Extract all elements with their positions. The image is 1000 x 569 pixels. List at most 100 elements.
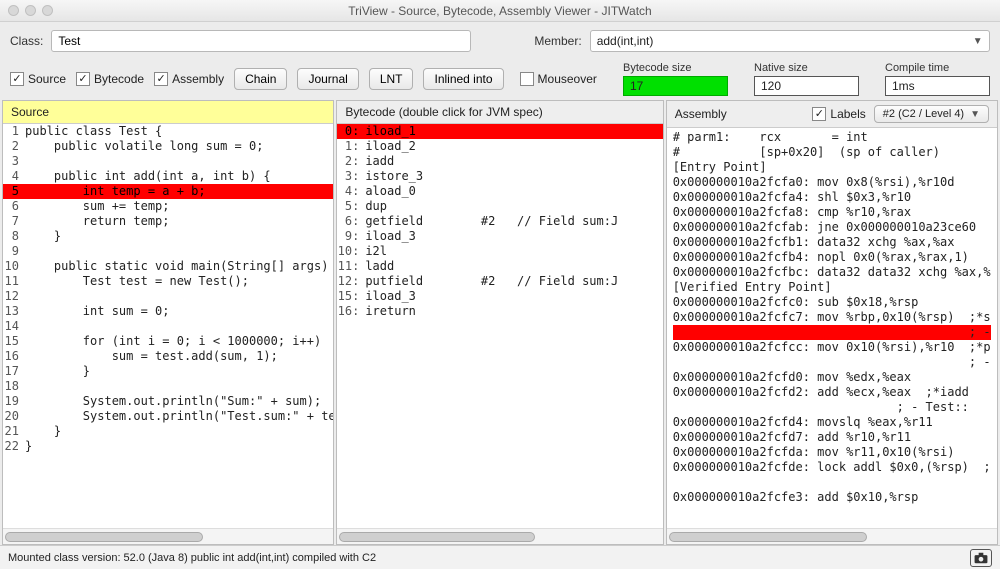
source-hscroll[interactable]	[3, 528, 333, 544]
bytecode-line[interactable]: 10:i2l	[337, 244, 662, 259]
source-checkbox[interactable]: ✓Source	[10, 72, 66, 86]
assembly-line[interactable]: 0x000000010a2fcfa0: mov 0x8(%rsi),%r10d	[673, 175, 991, 190]
assembly-line[interactable]: ; -	[673, 355, 991, 370]
bytecode-checkbox[interactable]: ✓Bytecode	[76, 72, 144, 86]
bytecode-line[interactable]: 0:iload_1	[337, 124, 662, 139]
assembly-line[interactable]: 0x000000010a2fcfe3: add $0x10,%rsp	[673, 490, 991, 505]
assembly-line[interactable]: 0x000000010a2fcfde: lock addl $0x0,(%rsp…	[673, 460, 991, 475]
window-title: TriView - Source, Bytecode, Assembly Vie…	[0, 4, 1000, 18]
level-value: #2 (C2 / Level 4)	[883, 108, 964, 120]
bytecode-panel-body[interactable]: 0:iload_11:iload_22:iadd3:istore_34:aloa…	[337, 124, 662, 528]
source-line[interactable]: 17 }	[3, 364, 333, 379]
assembly-line[interactable]: 0x000000010a2fcfa8: cmp %r10,%rax	[673, 205, 991, 220]
assembly-line[interactable]: 0x000000010a2fcfd2: add %ecx,%eax ;*iadd	[673, 385, 991, 400]
assembly-line[interactable]: 0x000000010a2fcfc7: mov %rbp,0x10(%rsp) …	[673, 310, 991, 325]
bytecode-line[interactable]: 5:dup	[337, 199, 662, 214]
source-panel-title: Source	[11, 105, 49, 119]
stats-group: Bytecode size 17 Native size 120 Compile…	[623, 62, 990, 96]
assembly-line[interactable]: 0x000000010a2fcfb4: nopl 0x0(%rax,%rax,1…	[673, 250, 991, 265]
source-line[interactable]: 4 public int add(int a, int b) {	[3, 169, 333, 184]
journal-button[interactable]: Journal	[297, 68, 358, 90]
source-line[interactable]: 10 public static void main(String[] args…	[3, 259, 333, 274]
level-select[interactable]: #2 (C2 / Level 4) ▼	[874, 105, 989, 123]
chevron-down-icon: ▼	[970, 109, 980, 120]
source-line[interactable]: 11 Test test = new Test();	[3, 274, 333, 289]
bytecode-line[interactable]: 1:iload_2	[337, 139, 662, 154]
stat-bytecode-size: Bytecode size 17	[623, 62, 728, 96]
assembly-panel: Assembly ✓Labels #2 (C2 / Level 4) ▼ # p…	[666, 100, 998, 545]
source-line[interactable]: 6 sum += temp;	[3, 199, 333, 214]
source-line[interactable]: 3	[3, 154, 333, 169]
bytecode-hscroll[interactable]	[337, 528, 662, 544]
stat-native-label: Native size	[754, 62, 859, 74]
chain-button[interactable]: Chain	[234, 68, 287, 90]
assembly-line[interactable]: 0x000000010a2fcfbc: data32 data32 xchg %…	[673, 265, 991, 280]
class-input[interactable]	[51, 30, 471, 52]
stat-compile-label: Compile time	[885, 62, 990, 74]
assembly-line[interactable]: 0x000000010a2fcfb1: data32 xchg %ax,%ax	[673, 235, 991, 250]
stat-native-value: 120	[754, 76, 859, 96]
stat-native-size: Native size 120	[754, 62, 859, 96]
assembly-line[interactable]: 0x000000010a2fcfc0: sub $0x18,%rsp	[673, 295, 991, 310]
assembly-line[interactable]: ; - Test::	[673, 400, 991, 415]
source-panel-body[interactable]: 1public class Test {2 public volatile lo…	[3, 124, 333, 528]
assembly-line[interactable]: [Verified Entry Point]	[673, 280, 991, 295]
source-line[interactable]: 7 return temp;	[3, 214, 333, 229]
source-line[interactable]: 13 int sum = 0;	[3, 304, 333, 319]
assembly-line[interactable]: # [sp+0x20] (sp of caller)	[673, 145, 991, 160]
bytecode-panel: Bytecode (double click for JVM spec) 0:i…	[336, 100, 663, 545]
bytecode-panel-header: Bytecode (double click for JVM spec)	[337, 101, 662, 124]
options-row: ✓Source ✓Bytecode ✓Assembly Chain Journa…	[0, 60, 1000, 100]
source-line[interactable]: 14	[3, 319, 333, 334]
bytecode-line[interactable]: 3:istore_3	[337, 169, 662, 184]
bytecode-line[interactable]: 2:iadd	[337, 154, 662, 169]
assembly-line[interactable]: 0x000000010a2fcfd7: add %r10,%r11	[673, 430, 991, 445]
member-select[interactable]: add(int,int) ▼	[590, 30, 990, 52]
source-line[interactable]: 2 public volatile long sum = 0;	[3, 139, 333, 154]
bytecode-line[interactable]: 11:ladd	[337, 259, 662, 274]
stat-bytecode-label: Bytecode size	[623, 62, 728, 74]
bytecode-line[interactable]: 15:iload_3	[337, 289, 662, 304]
source-line[interactable]: 1public class Test {	[3, 124, 333, 139]
bytecode-line[interactable]: 6:getfield #2 // Field sum:J	[337, 214, 662, 229]
assembly-line[interactable]	[673, 475, 991, 490]
source-line[interactable]: 5 int temp = a + b;	[3, 184, 333, 199]
source-line[interactable]: 8 }	[3, 229, 333, 244]
assembly-line[interactable]: 0x000000010a2fcfd0: mov %edx,%eax	[673, 370, 991, 385]
assembly-checkbox[interactable]: ✓Assembly	[154, 72, 224, 86]
assembly-line[interactable]: # parm1: rcx = int	[673, 130, 991, 145]
assembly-hscroll[interactable]	[667, 528, 997, 544]
assembly-panel-title: Assembly	[675, 107, 727, 121]
source-line[interactable]: 12	[3, 289, 333, 304]
mouseover-checkbox[interactable]: Mouseover	[520, 72, 597, 86]
assembly-panel-body[interactable]: # parm1: rcx = int# [sp+0x20] (sp of cal…	[667, 128, 997, 528]
bytecode-panel-title: Bytecode (double click for JVM spec)	[345, 105, 542, 119]
assembly-line[interactable]: 0x000000010a2fcfa4: shl $0x3,%r10	[673, 190, 991, 205]
bytecode-line[interactable]: 9:iload_3	[337, 229, 662, 244]
source-line[interactable]: 18	[3, 379, 333, 394]
source-line[interactable]: 16 sum = test.add(sum, 1);	[3, 349, 333, 364]
window-titlebar: TriView - Source, Bytecode, Assembly Vie…	[0, 0, 1000, 22]
bytecode-line[interactable]: 4:aload_0	[337, 184, 662, 199]
assembly-line[interactable]: ; -	[673, 325, 991, 340]
assembly-line[interactable]: 0x000000010a2fcfd4: movslq %eax,%r11	[673, 415, 991, 430]
assembly-line[interactable]: [Entry Point]	[673, 160, 991, 175]
statusbar-text: Mounted class version: 52.0 (Java 8) pub…	[8, 552, 376, 564]
source-line[interactable]: 15 for (int i = 0; i < 1000000; i++)	[3, 334, 333, 349]
screenshot-button[interactable]	[970, 549, 992, 567]
assembly-line[interactable]: 0x000000010a2fcfab: jne 0x000000010a23ce…	[673, 220, 991, 235]
bytecode-line[interactable]: 12:putfield #2 // Field sum:J	[337, 274, 662, 289]
bytecode-line[interactable]: 16:ireturn	[337, 304, 662, 319]
labels-checkbox[interactable]: ✓Labels	[812, 107, 865, 121]
source-line[interactable]: 20 System.out.println("Test.sum:" + te	[3, 409, 333, 424]
assembly-line[interactable]: 0x000000010a2fcfda: mov %r11,0x10(%rsi)	[673, 445, 991, 460]
source-line[interactable]: 22}	[3, 439, 333, 454]
assembly-line[interactable]: 0x000000010a2fcfcc: mov 0x10(%rsi),%r10 …	[673, 340, 991, 355]
source-line[interactable]: 21 }	[3, 424, 333, 439]
source-panel-header: Source	[3, 101, 333, 124]
inlined-button[interactable]: Inlined into	[423, 68, 503, 90]
source-line[interactable]: 9	[3, 244, 333, 259]
source-line[interactable]: 19 System.out.println("Sum:" + sum);	[3, 394, 333, 409]
lnt-button[interactable]: LNT	[369, 68, 414, 90]
member-value: add(int,int)	[597, 34, 654, 48]
